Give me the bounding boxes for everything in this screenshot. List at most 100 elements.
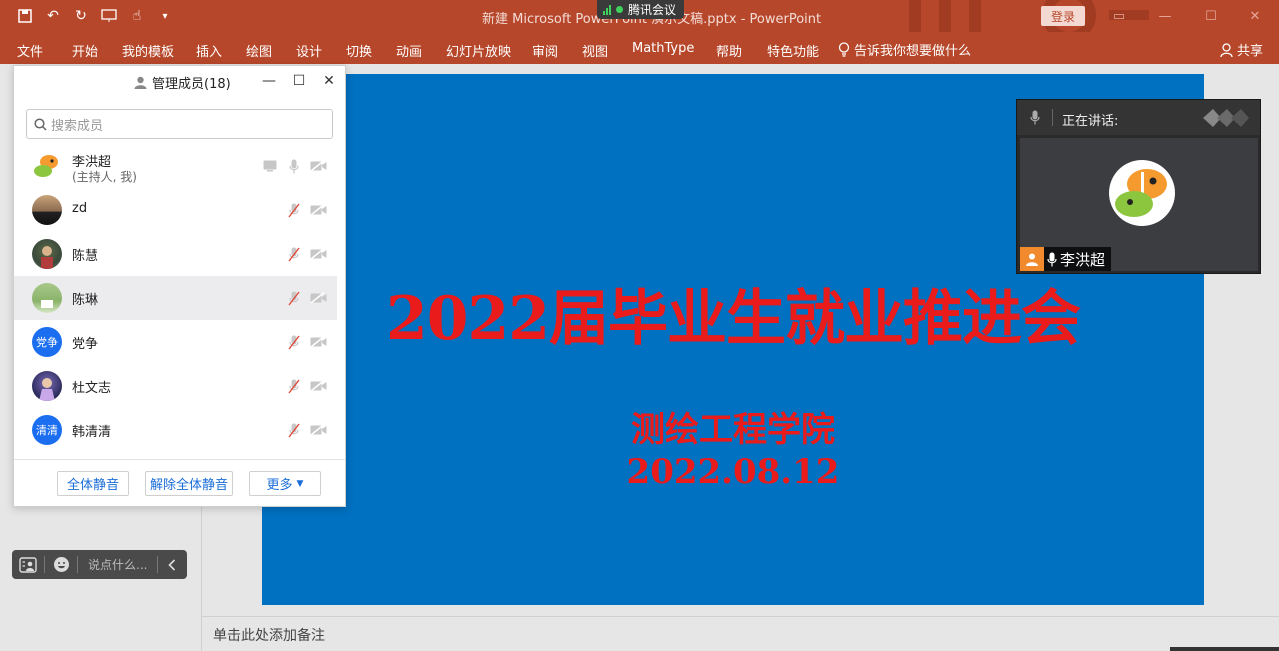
minimize-icon[interactable]: — [1150, 6, 1180, 26]
camera-off-icon[interactable] [309, 201, 327, 219]
share-button[interactable]: 共享 [1220, 40, 1263, 59]
more-button[interactable]: 更多 ▼ [249, 471, 321, 496]
tab-view[interactable]: 视图 [582, 41, 608, 60]
member-actions [285, 421, 327, 439]
chat-input[interactable]: 说点什么... [78, 556, 157, 573]
person-icon [1220, 42, 1233, 57]
member-actions [285, 377, 327, 395]
camera-off-icon[interactable] [309, 421, 327, 439]
member-search-input[interactable]: 搜索成员 [26, 109, 333, 139]
member-panel-header: 管理成员(18) — ☐ ✕ [14, 66, 345, 96]
touch-mode-icon[interactable]: ☝ [126, 6, 148, 26]
tab-insert[interactable]: 插入 [196, 41, 222, 60]
host-icon [1020, 247, 1044, 271]
member-row-hovered[interactable]: 陈琳 [14, 276, 337, 320]
screen-share-icon[interactable] [261, 157, 279, 175]
text-avatar: 清清 [32, 415, 62, 445]
maximize-icon[interactable]: ☐ [1196, 6, 1226, 26]
undo-icon[interactable]: ↶ [42, 6, 64, 26]
speaker-panel: 正在讲话: 李洪超 [1016, 99, 1261, 274]
slide-date[interactable]: 2022.08.12 [262, 452, 1204, 492]
panel-maximize-icon[interactable]: ☐ [290, 72, 308, 90]
member-actions [261, 157, 327, 175]
unmute-all-button[interactable]: 解除全体静音 [145, 471, 233, 496]
member-icon [134, 76, 147, 89]
slide-title[interactable]: 2022届毕业生就业推进会 [262, 270, 1204, 357]
ribbon-tabs: 文件 开始 我的模板 插入 绘图 设计 切换 动画 幻灯片放映 审阅 视图 Ma… [0, 32, 1279, 64]
member-name: 陈琳 [72, 293, 99, 308]
speaker-name-tag: 李洪超 [1020, 247, 1112, 271]
tab-mathtype[interactable]: MathType [632, 41, 694, 56]
member-actions [285, 201, 327, 219]
mic-muted-icon[interactable] [285, 333, 303, 351]
login-button[interactable]: 登录 [1041, 6, 1085, 26]
search-placeholder: 搜索成员 [51, 118, 104, 134]
member-name: 陈慧 [72, 249, 99, 264]
camera-off-icon[interactable] [309, 333, 327, 351]
chevron-left-icon[interactable] [158, 550, 186, 579]
caret-down-icon: ▼ [296, 478, 304, 489]
member-row[interactable]: 党争 党争 [14, 320, 337, 364]
save-icon[interactable] [14, 6, 36, 26]
panel-minimize-icon[interactable]: — [260, 72, 278, 90]
speaker-panel-header: 正在讲话: [1017, 100, 1260, 135]
panel-close-icon[interactable]: ✕ [320, 72, 338, 90]
tab-review[interactable]: 审阅 [532, 41, 558, 60]
text-avatar: 党争 [32, 327, 62, 357]
emoji-icon[interactable] [45, 550, 77, 579]
mic-muted-icon[interactable] [285, 289, 303, 307]
slide-subtitle[interactable]: 测绘工程学院 [262, 402, 1204, 451]
member-list-icon[interactable] [12, 550, 44, 579]
camera-off-icon[interactable] [309, 289, 327, 307]
mic-muted-icon[interactable] [285, 245, 303, 263]
chat-bar: 说点什么... [12, 550, 187, 579]
tab-home[interactable]: 开始 [72, 41, 98, 60]
collapse-panel-icon[interactable] [1203, 109, 1249, 127]
customize-qat-icon[interactable]: ▾ [154, 6, 176, 26]
mute-all-button[interactable]: 全体静音 [57, 471, 129, 496]
status-strip [1170, 647, 1279, 651]
member-row[interactable]: zd [14, 188, 337, 232]
member-actions [285, 289, 327, 307]
tab-design[interactable]: 设计 [296, 41, 322, 60]
tell-me-label: 告诉我你想要做什么 [854, 44, 972, 59]
tab-transitions[interactable]: 切换 [346, 41, 372, 60]
redo-icon[interactable]: ↻ [70, 6, 92, 26]
mic-muted-icon[interactable] [285, 377, 303, 395]
title-bar: ↶ ↻ ☝ ▾ 新建 Microsoft PowerPoint 演示文稿.ppt… [0, 0, 1279, 32]
tell-me-search[interactable]: 告诉我你想要做什么 [838, 40, 971, 59]
photo-avatar [32, 371, 62, 401]
tab-draw[interactable]: 绘图 [246, 41, 272, 60]
member-row[interactable]: 清清 韩清清 [14, 408, 337, 452]
member-row[interactable]: 李洪超 (主持人, 我) [14, 144, 337, 188]
tab-slideshow[interactable]: 幻灯片放映 [446, 41, 511, 60]
signal-icon [603, 4, 611, 15]
member-panel-title-text: 管理成员(18) [152, 77, 231, 92]
microphone-icon[interactable] [285, 157, 303, 175]
member-row[interactable]: 杜文志 [14, 364, 337, 408]
meeting-status-tag[interactable]: 腾讯会议 [597, 0, 685, 19]
mic-muted-icon[interactable] [285, 201, 303, 219]
tab-my-templates[interactable]: 我的模板 [122, 41, 174, 60]
photo-avatar [32, 239, 62, 269]
close-icon[interactable]: ✕ [1240, 6, 1270, 26]
microphone-icon [1047, 252, 1057, 266]
camera-off-icon[interactable] [309, 245, 327, 263]
member-name: 韩清清 [72, 425, 112, 440]
more-label: 更多 [266, 478, 293, 493]
member-name: 党争 [72, 337, 99, 352]
tab-features[interactable]: 特色功能 [767, 41, 819, 60]
mic-muted-icon[interactable] [285, 421, 303, 439]
tab-file[interactable]: 文件 [17, 41, 43, 60]
camera-off-icon[interactable] [309, 377, 327, 395]
slideshow-icon[interactable] [98, 6, 120, 26]
tab-help[interactable]: 帮助 [716, 41, 742, 60]
camera-off-icon[interactable] [309, 157, 327, 175]
member-actions [285, 245, 327, 263]
ribbon-display-icon[interactable]: ▭ [1104, 6, 1134, 26]
notes-pane[interactable]: 单击此处添加备注 [202, 616, 1279, 651]
tab-animations[interactable]: 动画 [396, 41, 422, 60]
member-row[interactable]: 陈慧 [14, 232, 337, 276]
clownfish-avatar [32, 151, 62, 181]
meeting-tag-label: 腾讯会议 [628, 3, 677, 17]
